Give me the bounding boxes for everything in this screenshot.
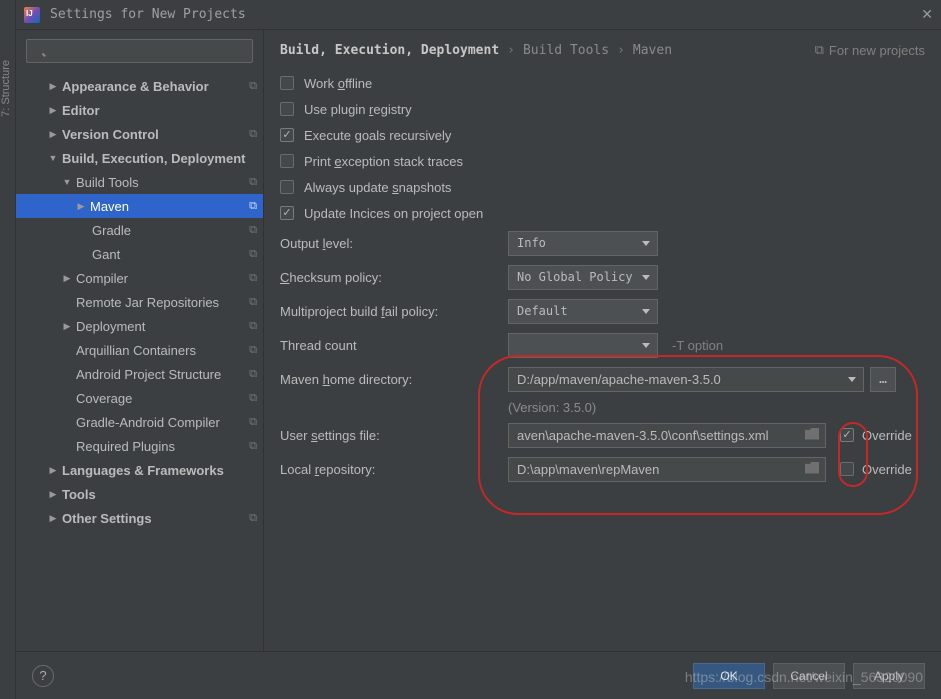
tree-tools[interactable]: ▶Tools xyxy=(16,482,263,506)
maven-home-browse-button[interactable]: … xyxy=(870,367,896,392)
scope-icon: ⧉ xyxy=(249,224,257,237)
user-settings-override-label: Override xyxy=(862,428,912,443)
tree-version-control[interactable]: ▶Version Control⧉ xyxy=(16,122,263,146)
local-repo-override-label: Override xyxy=(862,462,912,477)
close-icon[interactable]: ✕ xyxy=(921,6,933,23)
tool-tab-label: 7: Structure xyxy=(0,60,16,117)
title-bar: Settings for New Projects ✕ xyxy=(16,0,941,30)
work-offline-checkbox[interactable] xyxy=(280,76,294,90)
scope-icon: ⧉ xyxy=(249,248,257,261)
scope-icon: ⧉ xyxy=(249,296,257,309)
settings-tree: ▶Appearance & Behavior⧉ ▶Editor ▶Version… xyxy=(16,72,263,651)
user-settings-label: User settings file: xyxy=(280,428,508,443)
for-new-projects: ⧉For new projects xyxy=(815,42,925,58)
tree-build-tools[interactable]: ▼Build Tools⧉ xyxy=(16,170,263,194)
print-exc-label: Print exception stack traces xyxy=(304,154,463,169)
user-settings-input[interactable]: aven\apache-maven-3.5.0\conf\settings.xm… xyxy=(508,423,826,448)
tree-compiler[interactable]: ▶Compiler⧉ xyxy=(16,266,263,290)
output-level-dropdown[interactable]: Info xyxy=(508,231,658,256)
scope-icon: ⧉ xyxy=(249,320,257,333)
settings-window: Settings for New Projects ✕ ▶Appearance … xyxy=(16,0,941,699)
maven-version: (Version: 3.5.0) xyxy=(508,400,596,415)
apply-button[interactable]: Apply xyxy=(853,663,925,689)
scope-icon: ⧉ xyxy=(249,200,257,213)
always-update-label: Always update snapshots xyxy=(304,180,451,195)
ok-button[interactable]: OK xyxy=(693,663,765,689)
crumb-maven[interactable]: Maven xyxy=(633,43,672,58)
tree-coverage[interactable]: Coverage⧉ xyxy=(16,386,263,410)
window-title: Settings for New Projects xyxy=(50,7,921,22)
tree-arquillian[interactable]: Arquillian Containers⧉ xyxy=(16,338,263,362)
thread-label: Thread count xyxy=(280,338,508,353)
output-level-label: Output level: xyxy=(280,236,508,251)
settings-panel: Build, Execution, Deployment › Build Too… xyxy=(264,30,941,651)
user-settings-override-checkbox[interactable] xyxy=(840,428,854,442)
tree-gradle[interactable]: Gradle⧉ xyxy=(16,218,263,242)
tree-languages-frameworks[interactable]: ▶Languages & Frameworks xyxy=(16,458,263,482)
tree-gradle-android[interactable]: Gradle-Android Compiler⧉ xyxy=(16,410,263,434)
help-button[interactable]: ? xyxy=(32,665,54,687)
multifail-label: Multiproject build fail policy: xyxy=(280,304,508,319)
tree-other-settings[interactable]: ▶Other Settings⧉ xyxy=(16,506,263,530)
tree-remote-jar[interactable]: Remote Jar Repositories⧉ xyxy=(16,290,263,314)
tool-window-tab[interactable]: 7: Structure xyxy=(0,0,16,699)
tree-editor[interactable]: ▶Editor xyxy=(16,98,263,122)
tree-android-struct[interactable]: Android Project Structure⧉ xyxy=(16,362,263,386)
tree-appearance-behavior[interactable]: ▶Appearance & Behavior⧉ xyxy=(16,74,263,98)
maven-home-label: Maven home directory: xyxy=(280,372,508,387)
crumb-bt[interactable]: Build Tools xyxy=(523,43,609,58)
checksum-label: Checksum policy: xyxy=(280,270,508,285)
tree-deployment[interactable]: ▶Deployment⧉ xyxy=(16,314,263,338)
tree-gant[interactable]: Gant⧉ xyxy=(16,242,263,266)
local-repo-label: Local repository: xyxy=(280,462,508,477)
scope-icon: ⧉ xyxy=(249,440,257,453)
maven-home-combo[interactable]: D:/app/maven/apache-maven-3.5.0 xyxy=(508,367,864,392)
button-bar: ? OK Cancel Apply xyxy=(16,651,941,699)
scope-icon: ⧉ xyxy=(815,42,824,58)
local-repo-override-checkbox[interactable] xyxy=(840,462,854,476)
scope-icon: ⧉ xyxy=(249,392,257,405)
scope-icon: ⧉ xyxy=(249,80,257,93)
thread-input[interactable] xyxy=(508,333,658,358)
crumb-bed[interactable]: Build, Execution, Deployment xyxy=(280,43,499,58)
always-update-checkbox[interactable] xyxy=(280,180,294,194)
plugin-registry-checkbox[interactable] xyxy=(280,102,294,116)
local-repo-input[interactable]: D:\app\maven\repMaven xyxy=(508,457,826,482)
scope-icon: ⧉ xyxy=(249,272,257,285)
tree-build-exec-deploy[interactable]: ▼Build, Execution, Deployment xyxy=(16,146,263,170)
sidebar: ▶Appearance & Behavior⧉ ▶Editor ▶Version… xyxy=(16,30,264,651)
scope-icon: ⧉ xyxy=(249,128,257,141)
multifail-dropdown[interactable]: Default xyxy=(508,299,658,324)
work-offline-label: Work offline xyxy=(304,76,372,91)
scope-icon: ⧉ xyxy=(249,368,257,381)
tree-required-plugins[interactable]: Required Plugins⧉ xyxy=(16,434,263,458)
exec-goals-checkbox[interactable] xyxy=(280,128,294,142)
intellij-logo-icon xyxy=(24,7,40,23)
scope-icon: ⧉ xyxy=(249,512,257,525)
search-input[interactable] xyxy=(26,39,253,63)
search-icon xyxy=(26,39,253,63)
folder-icon xyxy=(805,462,819,474)
cancel-button[interactable]: Cancel xyxy=(773,663,845,689)
scope-icon: ⧉ xyxy=(249,176,257,189)
breadcrumb: Build, Execution, Deployment › Build Too… xyxy=(264,30,941,64)
checksum-dropdown[interactable]: No Global Policy xyxy=(508,265,658,290)
tree-maven[interactable]: ▶Maven⧉ xyxy=(16,194,263,218)
update-indices-checkbox[interactable] xyxy=(280,206,294,220)
thread-hint: -T option xyxy=(672,338,723,353)
plugin-registry-label: Use plugin registry xyxy=(304,102,412,117)
print-exc-checkbox[interactable] xyxy=(280,154,294,168)
folder-icon xyxy=(805,428,819,440)
exec-goals-label: Execute goals recursively xyxy=(304,128,451,143)
update-indices-label: Update Incices on project open xyxy=(304,206,483,221)
scope-icon: ⧉ xyxy=(249,416,257,429)
scope-icon: ⧉ xyxy=(249,344,257,357)
